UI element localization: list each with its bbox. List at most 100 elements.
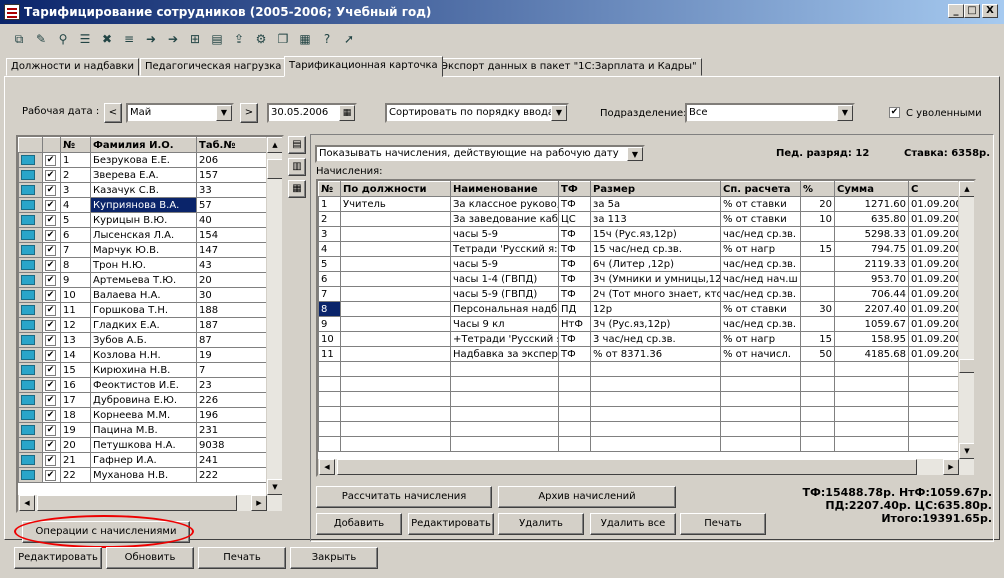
table-row[interactable]: ✔ 15 Кирюхина Н.В. 7 (18, 362, 269, 378)
table-row[interactable]: ✔ 3 Казачук С.В. 33 (18, 182, 269, 198)
scroll-thumb[interactable] (267, 159, 282, 179)
row-checkbox[interactable]: ✔ (42, 407, 61, 423)
charges-header[interactable]: % (800, 181, 835, 197)
table-row[interactable]: ✔ 12 Гладких Е.А. 187 (18, 317, 269, 333)
chevron-down-icon[interactable]: ▼ (837, 105, 853, 121)
prev-month-button[interactable]: < (104, 103, 122, 123)
employee-name[interactable]: Горшкова Т.Н. (90, 302, 197, 318)
minimize-button[interactable]: _ (948, 4, 964, 18)
hscroll-thumb[interactable] (37, 495, 237, 511)
table-row[interactable]: ✔ 20 Петушкова Н.А. 9038 (18, 437, 269, 453)
list-icon[interactable]: ☰ (76, 30, 94, 48)
charges-header[interactable]: По должности (340, 181, 451, 197)
calendar-icon[interactable]: ▦ (339, 105, 355, 121)
table-row[interactable]: ✔ 16 Феоктистов И.Е. 23 (18, 377, 269, 393)
arrow-right2-icon[interactable]: ➔ (164, 30, 182, 48)
folder-icon[interactable] (18, 242, 43, 258)
archive-button[interactable]: Архив начислений (498, 486, 676, 508)
table-row[interactable]: 6 часы 1-4 (ГВПД) ТФ 3ч (Умники и умницы,12… (318, 271, 974, 287)
employee-name[interactable]: Пацина М.В. (90, 422, 197, 438)
folder-icon[interactable] (18, 272, 43, 288)
folder-icon[interactable] (18, 467, 43, 483)
row-checkbox[interactable]: ✔ (42, 377, 61, 393)
charges-vscroll[interactable]: ▲ ▼ (958, 181, 974, 459)
charges-header[interactable]: Наименование (450, 181, 559, 197)
delete-button[interactable]: Удалить (498, 513, 584, 535)
edit-doc-icon[interactable]: ✎ (32, 30, 50, 48)
folder-icon[interactable] (18, 317, 43, 333)
view-card-icon[interactable]: ▥ (288, 158, 306, 176)
chevron-down-icon[interactable]: ▼ (627, 147, 643, 161)
employee-name[interactable]: Зверева Е.А. (90, 167, 197, 183)
chevron-down-icon[interactable]: ▼ (216, 105, 232, 121)
scroll-right-icon[interactable]: ▶ (251, 495, 267, 511)
table-row[interactable]: 10 +Тетради 'Русский я ТФ 3 час/нед ср.зв.%… (318, 331, 974, 347)
table-row[interactable]: 5 часы 5-9 ТФ 6ч (Литер ,12р) час/нед ср.зв.… (318, 256, 974, 272)
table-row[interactable]: ✔ 21 Гафнер И.А. 241 (18, 452, 269, 468)
calc-icon[interactable]: ▦ (296, 30, 314, 48)
table-row[interactable]: ✔ 8 Трон Н.Ю. 43 (18, 257, 269, 273)
table-row[interactable]: ✔ 13 Зубов А.Б. 87 (18, 332, 269, 348)
row-checkbox[interactable]: ✔ (42, 182, 61, 198)
table-row[interactable]: 11 Надбавка за экспер ТФ% от 8371.36% от н… (318, 346, 974, 362)
folder-icon[interactable] (18, 422, 43, 438)
row-checkbox[interactable]: ✔ (42, 212, 61, 228)
employee-header[interactable] (18, 137, 43, 153)
employee-name[interactable]: Корнеева М.М. (90, 407, 197, 423)
employee-name[interactable]: Гафнер И.А. (90, 452, 197, 468)
sort-select[interactable]: Сортировать по порядку ввода ▼ (385, 103, 569, 123)
scroll-right-icon[interactable]: ▶ (943, 459, 959, 475)
folder-icon[interactable] (18, 362, 43, 378)
table-row[interactable]: ✔ 14 Козлова Н.Н. 19 (18, 347, 269, 363)
search-person-icon[interactable]: ⚲ (54, 30, 72, 48)
charges-header[interactable]: Сумма (834, 181, 909, 197)
table-row[interactable]: 1 Учитель За классное руково, ТФ за 5а% от с… (318, 196, 974, 212)
employee-name[interactable]: Безрукова Е.Е. (90, 152, 197, 168)
row-checkbox[interactable]: ✔ (42, 227, 61, 243)
date-field[interactable]: 30.05.2006 ▦ (267, 103, 357, 123)
tree-icon[interactable]: ⊞ (186, 30, 204, 48)
row-checkbox[interactable]: ✔ (42, 257, 61, 273)
add-button[interactable]: Добавить (316, 513, 402, 535)
table-row[interactable]: ✔ 1 Безрукова Е.Е. 206 (18, 152, 269, 168)
row-checkbox[interactable]: ✔ (42, 332, 61, 348)
employee-name[interactable]: Артемьева Т.Ю. (90, 272, 197, 288)
row-checkbox[interactable]: ✔ (42, 287, 61, 303)
scroll-left-icon[interactable]: ◀ (319, 459, 335, 475)
table-row[interactable]: ✔ 4 Куприянова В.А. 57 (18, 197, 269, 213)
help-icon[interactable]: ? (318, 30, 336, 48)
table-row[interactable]: 9 Часы 9 кл НтФ 3ч (Рус.яз,12р) час/нед ср.з… (318, 316, 974, 332)
folder-icon[interactable] (18, 347, 43, 363)
calc-charges-button[interactable]: Рассчитать начисления (316, 486, 492, 508)
chevron-down-icon[interactable]: ▼ (551, 105, 567, 121)
scroll-down-icon[interactable]: ▼ (959, 443, 974, 459)
row-checkbox[interactable]: ✔ (42, 317, 61, 333)
close-window-button[interactable]: X (982, 4, 998, 18)
list2-icon[interactable]: ≡ (120, 30, 138, 48)
context-help-icon[interactable]: ➚ (340, 30, 358, 48)
table-row[interactable]: ✔ 11 Горшкова Т.Н. 188 (18, 302, 269, 318)
row-checkbox[interactable]: ✔ (42, 437, 61, 453)
close-button[interactable]: Закрыть (290, 547, 378, 569)
table-row[interactable]: ✔ 22 Муханова Н.В. 222 (18, 467, 269, 483)
folder-icon[interactable] (18, 452, 43, 468)
charges-header[interactable]: Размер (590, 181, 721, 197)
table-row[interactable]: ✔ 19 Пацина М.В. 231 (18, 422, 269, 438)
scroll-left-icon[interactable]: ◀ (19, 495, 35, 511)
scroll-up-icon[interactable]: ▲ (267, 137, 282, 153)
copy-icon[interactable]: ⧉ (10, 30, 28, 48)
edit-charge-button[interactable]: Редактировать (408, 513, 494, 535)
employee-name[interactable]: Феоктистов И.Е. (90, 377, 197, 393)
folder-icon[interactable] (18, 152, 43, 168)
row-checkbox[interactable]: ✔ (42, 167, 61, 183)
view-tree-icon[interactable]: ▦ (288, 180, 306, 198)
scroll-down-icon[interactable]: ▼ (267, 479, 282, 495)
tab-positions[interactable]: Должности и надбавки (6, 58, 139, 76)
table-row[interactable]: ✔ 7 Марчук Ю.В. 147 (18, 242, 269, 258)
table-row[interactable]: ✔ 9 Артемьева Т.Ю. 20 (18, 272, 269, 288)
row-checkbox[interactable]: ✔ (42, 197, 61, 213)
table-row[interactable]: 8 Персональная надб. ПД 12р% от ставки 30 220… (318, 301, 974, 317)
charges-header[interactable]: Сп. расчета (720, 181, 801, 197)
employee-header[interactable] (42, 137, 61, 153)
row-checkbox[interactable]: ✔ (42, 452, 61, 468)
